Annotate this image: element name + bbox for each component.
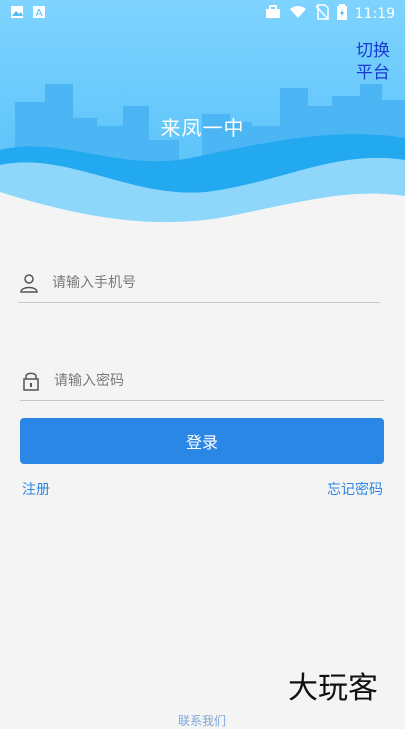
register-link[interactable]: 注册 [22, 479, 50, 499]
contact-us-link[interactable]: 联系我们 [178, 712, 226, 729]
battery-icon [336, 4, 347, 24]
password-input[interactable] [52, 372, 356, 390]
phone-input[interactable] [50, 274, 354, 292]
status-time: 11:19 [354, 6, 395, 22]
lock-icon [20, 370, 42, 392]
no-sim-icon [315, 4, 329, 24]
svg-text:大玩客: 大玩客 [288, 671, 378, 706]
switch-label-line2: 平台 [356, 63, 390, 83]
a-icon: A [32, 5, 46, 23]
image-icon [10, 5, 24, 23]
svg-text:A: A [36, 8, 43, 19]
phone-field [18, 264, 380, 303]
briefcase-icon [265, 5, 281, 23]
header-banner: A 11:19 切换 平台 来凤一中 [0, 0, 405, 232]
login-button[interactable]: 登录 [20, 418, 384, 464]
school-title: 来凤一中 [160, 116, 245, 140]
forgot-password-link[interactable]: 忘记密码 [327, 479, 383, 499]
password-field [20, 362, 384, 401]
status-bar: A 11:19 [0, 0, 405, 28]
switch-label-line1: 切换 [356, 41, 390, 61]
watermark-logo: 大玩客 [288, 671, 378, 706]
wifi-icon [289, 5, 307, 23]
user-icon [18, 272, 40, 294]
switch-platform-button[interactable]: 切换 平台 [353, 40, 393, 84]
